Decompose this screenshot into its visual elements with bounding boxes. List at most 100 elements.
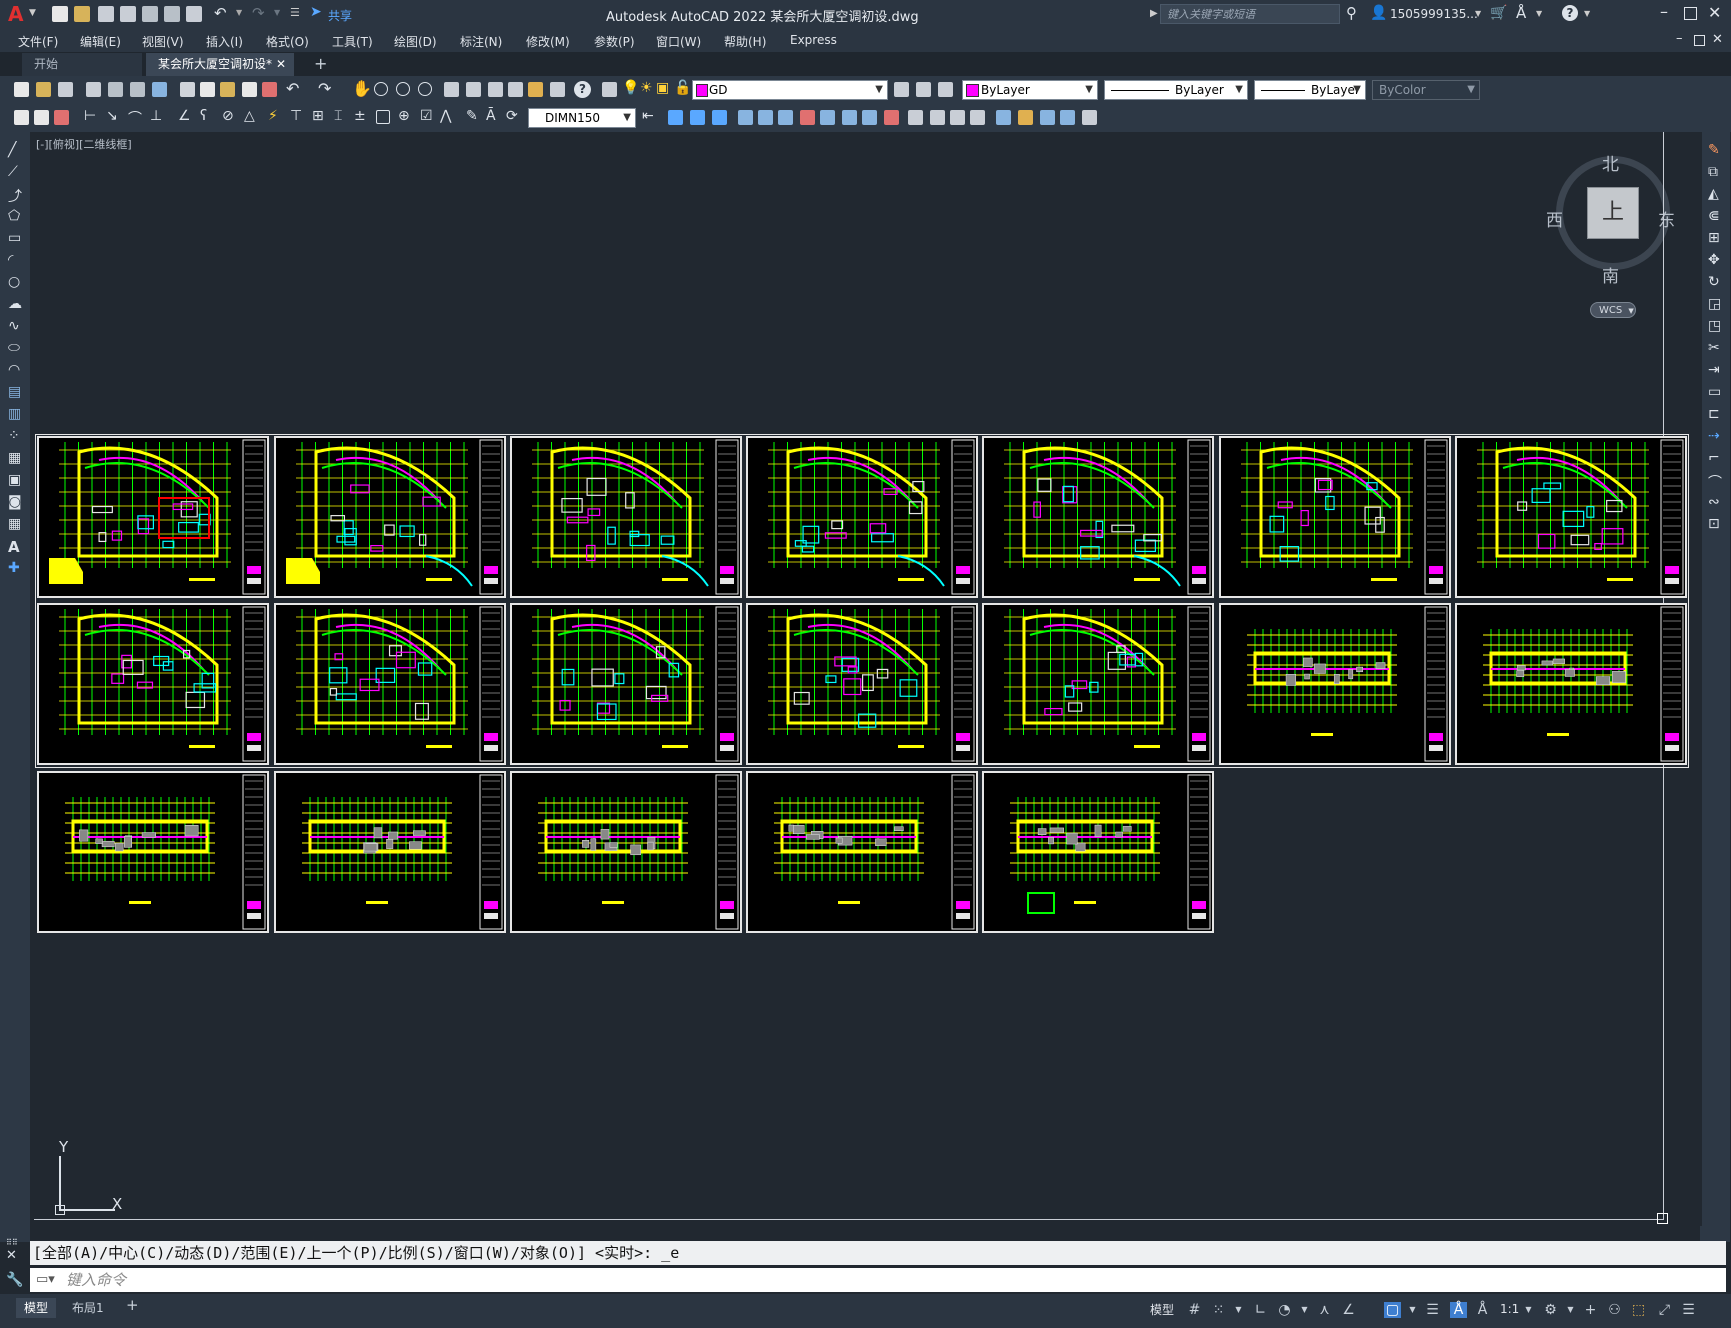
dim-ordinate-icon[interactable]: ⊥: [150, 108, 162, 124]
isolate-objects-icon[interactable]: ⬚: [1630, 1302, 1647, 1318]
properties-icon[interactable]: [444, 82, 459, 97]
viewcube-face[interactable]: 上: [1587, 187, 1639, 239]
doc-restore-icon[interactable]: [1694, 35, 1705, 46]
osnap-icon[interactable]: ▢: [1384, 1302, 1401, 1318]
add-selected-icon[interactable]: ✚: [8, 560, 20, 576]
copy-obj-icon[interactable]: ⧉: [1708, 164, 1718, 180]
copy-icon[interactable]: [200, 82, 215, 97]
share-icon[interactable]: ➤: [310, 4, 322, 20]
drawing-sheet[interactable]: [982, 603, 1214, 765]
drawing-sheet[interactable]: [37, 436, 269, 598]
menu-tools[interactable]: 工具(T): [332, 33, 373, 50]
cut-icon[interactable]: [180, 82, 195, 97]
rotate-icon[interactable]: ↻: [1708, 274, 1720, 290]
zoom-window-icon[interactable]: [396, 82, 410, 96]
extend-tool-icon[interactable]: [862, 110, 877, 125]
array-icon[interactable]: ⊞: [1708, 230, 1720, 246]
dim-edit-icon[interactable]: ✎: [466, 108, 478, 124]
help-icon[interactable]: ?: [1562, 5, 1578, 21]
menu-express[interactable]: Express: [790, 33, 837, 47]
array-tool-icon[interactable]: [738, 110, 753, 125]
scale-dropdown-icon[interactable]: ▼: [1520, 1302, 1537, 1318]
layer-on-icon[interactable]: 💡: [622, 80, 639, 96]
calculator-icon[interactable]: [550, 82, 565, 97]
new-file-icon[interactable]: [52, 6, 68, 22]
grid-icon[interactable]: #: [1186, 1302, 1203, 1318]
arc-icon[interactable]: ◜: [8, 252, 13, 268]
command-input[interactable]: ▭▾ 键入命令: [30, 1268, 1726, 1292]
trim-icon[interactable]: ✂: [1708, 340, 1720, 356]
polar-dropdown-icon[interactable]: ▼: [1296, 1302, 1313, 1318]
close-icon[interactable]: ✕: [1708, 3, 1721, 22]
viewport-controls[interactable]: [-][俯视][二维线框]: [36, 136, 132, 152]
dim-text-edit-icon[interactable]: Ā: [486, 108, 496, 124]
menu-modify[interactable]: 修改(M): [526, 33, 570, 50]
redo-dropdown-icon[interactable]: ▼: [274, 8, 280, 17]
sheet-set-icon[interactable]: [508, 82, 523, 97]
customization-icon[interactable]: ☰: [1680, 1302, 1697, 1318]
preview-icon[interactable]: [108, 82, 123, 97]
inspect-icon[interactable]: ☑: [420, 108, 433, 124]
chamfer-tool-icon[interactable]: [930, 110, 945, 125]
command-grip[interactable]: ⠿⠿: [6, 1238, 18, 1247]
copy-tool-icon[interactable]: [668, 110, 683, 125]
extend-icon[interactable]: ⇥: [1708, 362, 1720, 378]
pan-icon[interactable]: ✋: [352, 79, 372, 98]
plotstyle-dropdown[interactable]: ByColor ▼: [1372, 80, 1480, 100]
save-as-icon[interactable]: [120, 6, 136, 22]
drawing-sheet[interactable]: [1455, 436, 1687, 598]
dim-aligned-icon[interactable]: ↘: [106, 108, 118, 124]
3d-print-icon[interactable]: [152, 82, 167, 97]
join-icon[interactable]: ⇢: [1708, 428, 1720, 444]
stretch-icon[interactable]: ◳: [1708, 318, 1721, 334]
search-icon[interactable]: ⚲: [1346, 4, 1357, 22]
command-prompt-icon[interactable]: ▭▾: [36, 1268, 55, 1292]
drawing-sheet[interactable]: [274, 436, 506, 598]
ellipse-icon[interactable]: ⬭: [8, 340, 20, 356]
add-layout-icon[interactable]: +: [126, 1296, 139, 1314]
layer-dropdown[interactable]: GD ▼: [692, 80, 888, 100]
dim-break-icon[interactable]: ±: [354, 108, 366, 124]
move-tool-icon[interactable]: [758, 110, 773, 125]
markup-icon[interactable]: [528, 82, 543, 97]
color-dropdown[interactable]: ByLayer ▼: [962, 80, 1098, 100]
tool-palettes-icon[interactable]: [488, 82, 503, 97]
block-editor-icon[interactable]: [262, 82, 277, 97]
annotation-scale[interactable]: 1:1: [1500, 1302, 1519, 1316]
drawing-sheet[interactable]: [510, 436, 742, 598]
dim-baseline-icon[interactable]: ⊤: [290, 108, 302, 124]
dim-angular-icon[interactable]: △: [244, 108, 255, 124]
insert-block-icon[interactable]: ▤: [8, 384, 21, 400]
workspace-dropdown-icon[interactable]: ▼: [1562, 1302, 1579, 1318]
plot-icon[interactable]: [186, 6, 202, 22]
zoom-previous-icon[interactable]: [418, 82, 432, 96]
send-back-icon[interactable]: [1040, 110, 1055, 125]
drawing-sheet[interactable]: [510, 771, 742, 933]
text-front-icon[interactable]: [1060, 110, 1075, 125]
linetype-dropdown[interactable]: ByLayer ▼: [1104, 80, 1248, 100]
new-tab-icon[interactable]: +: [314, 54, 327, 73]
snap-dropdown-icon[interactable]: ▼: [1230, 1302, 1247, 1318]
drawing-sheet[interactable]: [746, 436, 978, 598]
mirror-icon[interactable]: ◭: [1708, 186, 1719, 202]
lineweight-toggle-icon[interactable]: ☰: [1424, 1302, 1441, 1318]
hatch-back-icon[interactable]: [1082, 110, 1097, 125]
save-web-icon[interactable]: [164, 6, 180, 22]
maximize-icon[interactable]: [1684, 7, 1697, 20]
move-icon[interactable]: ✥: [1708, 252, 1720, 268]
undo-icon[interactable]: ↶: [214, 4, 227, 22]
viewcube-east[interactable]: 东: [1658, 206, 1675, 231]
gradient-icon[interactable]: ▣: [8, 472, 21, 488]
layer-properties-icon[interactable]: [602, 82, 617, 97]
wcs-menu[interactable]: WCS ▼: [1590, 302, 1636, 318]
dim-update-icon[interactable]: ⟳: [506, 108, 518, 124]
explode-tool-icon[interactable]: [970, 110, 985, 125]
fillet-tool-icon[interactable]: [950, 110, 965, 125]
save-icon[interactable]: [98, 6, 114, 22]
user-account[interactable]: 1505999135...: [1390, 7, 1478, 21]
break-at-point-icon[interactable]: ▭: [1708, 384, 1721, 400]
menu-edit[interactable]: 编辑(E): [80, 33, 121, 50]
quick-dim-icon[interactable]: ⚡: [268, 108, 278, 124]
ortho-icon[interactable]: ∟: [1252, 1302, 1269, 1318]
hatch-icon[interactable]: ▦: [8, 450, 21, 466]
